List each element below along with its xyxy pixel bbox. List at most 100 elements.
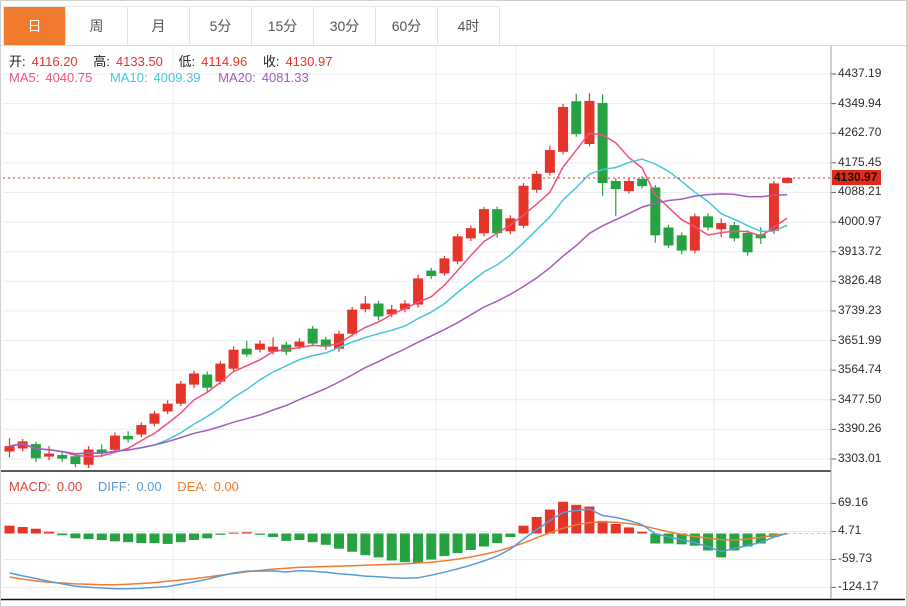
macd-bar [149,534,159,544]
macd-bar [163,534,173,544]
macd-bar [374,534,384,558]
price-tick-label: 3477.50 [838,392,881,407]
candle-body [57,455,67,459]
candle-body [294,342,304,347]
macd-bar [334,534,344,549]
candle-body [492,209,502,233]
candle-body [558,107,568,152]
candle-body [545,150,555,173]
price-tick-label: 4262.70 [838,125,881,140]
candle-body [308,329,318,344]
price-tick-label: 3303.01 [838,451,881,466]
diff-value: 0.00 [136,479,161,494]
candle-body [374,304,384,317]
macd-bar [84,534,94,540]
macd-tick-label: -124.17 [838,579,879,594]
timeframe-tabs: 日 周 月 5分 15分 30分 60分 4时 [3,6,500,45]
candle-body [176,384,186,404]
ma5-value: 4040.75 [45,70,92,85]
macd-bar [242,532,252,533]
candle-body [347,310,357,334]
candle-body [439,258,449,273]
macd-value: 0.00 [57,479,82,494]
tab-month[interactable]: 月 [128,7,190,45]
macd-tick-label: 69.16 [838,495,868,510]
macd-bar [189,534,199,541]
macd-tick-label: 4.71 [838,523,861,538]
tab-60min[interactable]: 60分 [376,7,438,45]
last-price-label: 4130.97 [832,170,881,185]
macd-bar [664,534,674,544]
candle-body [70,456,80,464]
ma5-label: MA5: [9,70,39,85]
macd-bar [123,534,133,543]
diff-label: DIFF: [98,479,131,494]
macd-bar [492,534,502,544]
macd-bar [176,534,186,543]
candle-body [611,181,621,189]
macd-bar [611,524,621,534]
macd-bar [505,534,515,537]
candle-body [519,186,529,226]
ma20-value: 4081.33 [262,70,309,85]
macd-bar [466,534,476,551]
candle-body [149,414,159,424]
macd-bar [18,527,28,534]
ma20-label: MA20: [218,70,256,85]
high-label: 高: [93,54,110,69]
macd-bar [426,534,436,560]
tab-30min[interactable]: 30分 [314,7,376,45]
macd-bar [294,534,304,541]
candle-body [637,179,647,186]
macd-bar [439,534,449,557]
ma5-line [10,133,788,457]
price-tick-label: 3390.26 [838,421,881,436]
chart-canvas[interactable] [1,1,906,606]
dea-value: 0.00 [214,479,239,494]
candle-body [242,349,252,355]
open-value: 4116.20 [32,54,78,69]
macd-bar [136,534,146,544]
macd-bar [453,534,463,554]
macd-bar [110,534,120,542]
timeframe-toolbar: 日 周 月 5分 15分 30分 60分 4时 [1,1,906,46]
candle-body [703,216,713,227]
candle-body [426,271,436,276]
high-value: 4133.50 [116,54,163,69]
candle-body [677,235,687,250]
price-tick-label: 3651.99 [838,333,881,348]
candle-body [110,436,120,450]
macd-bar [637,532,647,534]
price-tick-label: 4349.94 [838,96,881,111]
ohlc-info-row: 开:4116.20 高:4133.50 低:4114.96 收:4130.97 [9,51,338,70]
macd-bar [70,534,80,539]
close-label: 收: [263,54,280,69]
macd-bar [31,529,41,534]
macd-bar [202,534,212,539]
macd-bar [229,533,239,534]
macd-bar [479,534,489,547]
candle-body [664,227,674,245]
diff-line [10,509,788,589]
tab-5min[interactable]: 5分 [190,7,252,45]
tab-15min[interactable]: 15分 [252,7,314,45]
candle-body [479,209,489,233]
macd-bar [57,534,67,536]
macd-bar [347,534,357,552]
macd-bar [5,526,15,534]
price-tick-label: 4437.19 [838,66,881,81]
candle-body [136,425,146,435]
tab-week[interactable]: 周 [66,7,128,45]
tab-4hour[interactable]: 4时 [438,7,500,45]
price-tick-label: 4175.45 [838,155,881,170]
tab-day[interactable]: 日 [4,7,66,45]
ma10-line [10,159,788,454]
price-tick-label: 3739.23 [838,303,881,318]
candle-body [453,236,463,261]
ma10-value: 4009.39 [154,70,201,85]
macd-bar [532,517,542,534]
ma10-label: MA10: [110,70,148,85]
candle-body [466,228,476,238]
candle-body [5,446,15,451]
candle-body [31,444,41,458]
